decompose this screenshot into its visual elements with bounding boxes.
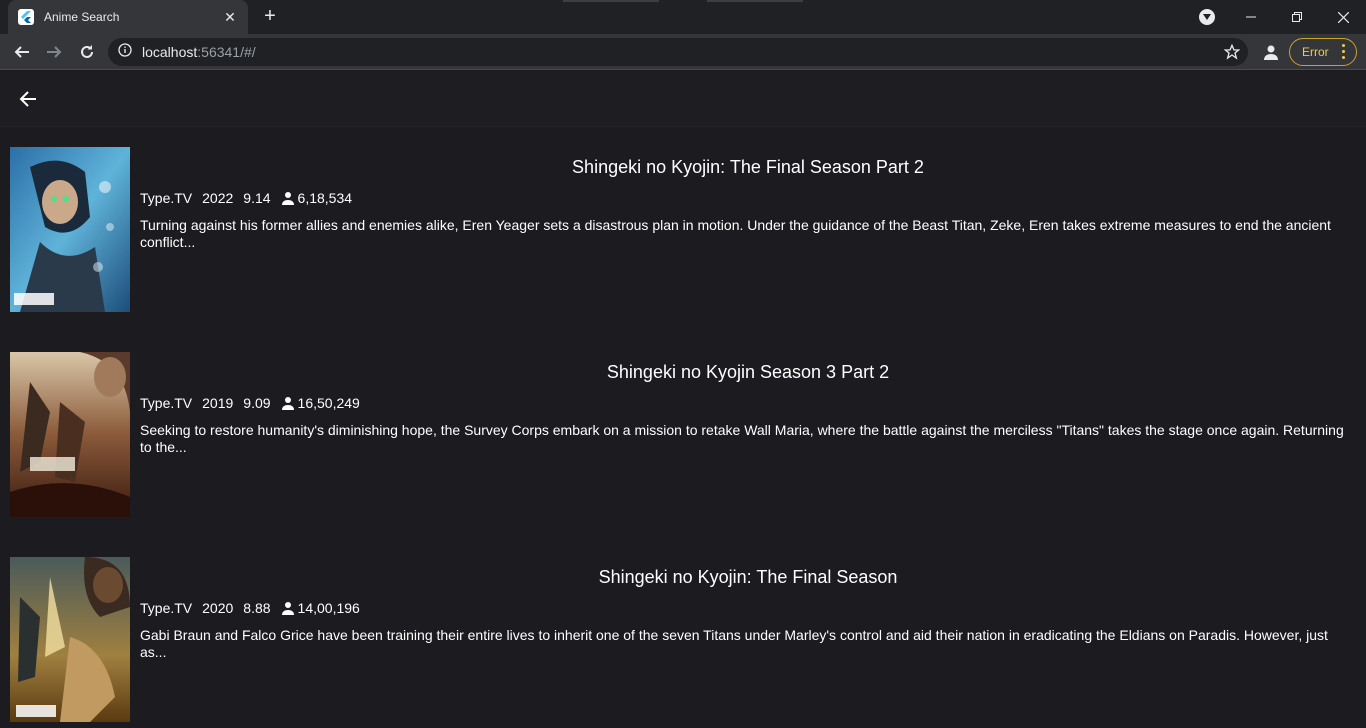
anime-type: Type.TV — [140, 395, 193, 411]
anime-poster-image — [10, 352, 130, 517]
anime-members: 14,00,196 — [281, 600, 370, 616]
person-icon — [281, 192, 294, 205]
app-bar — [0, 71, 1366, 127]
minimize-icon[interactable] — [1228, 0, 1274, 34]
anime-score: 8.88 — [243, 600, 271, 616]
anime-score: 9.09 — [243, 395, 271, 411]
new-tab-plus-icon[interactable]: + — [258, 5, 282, 29]
anime-type: Type.TV — [140, 600, 193, 616]
list-item[interactable]: Shingeki no Kyojin: The Final Season Typ… — [10, 557, 1356, 722]
list-item[interactable]: Shingeki no Kyojin: The Final Season Par… — [10, 147, 1356, 312]
anime-members: 16,50,249 — [281, 395, 370, 411]
person-icon — [281, 602, 294, 615]
browser-tab-strip: Anime Search ✕ + — [0, 0, 1366, 34]
anime-year: 2020 — [202, 600, 234, 616]
anime-poster-image — [10, 557, 130, 722]
back-arrow-icon[interactable] — [16, 87, 40, 111]
url-path: :56341/#/ — [197, 44, 256, 60]
anime-type: Type.TV — [140, 190, 193, 206]
anime-title: Shingeki no Kyojin: The Final Season — [598, 567, 898, 587]
restore-icon[interactable] — [1274, 0, 1320, 34]
anime-synopsis: Gabi Braun and Falco Grice have been tra… — [140, 627, 1328, 660]
url-host: localhost — [142, 44, 198, 60]
tab-strip-mark — [707, 0, 803, 2]
tab-title: Anime Search — [44, 10, 120, 24]
anime-meta: Type.TV 2022 9.14 6,18,534 — [140, 189, 362, 207]
person-icon — [281, 397, 294, 410]
bookmark-star-icon[interactable] — [1223, 43, 1241, 65]
anime-meta: Type.TV 2019 9.09 16,50,249 — [140, 394, 370, 412]
flutter-favicon-icon — [18, 9, 34, 25]
reload-icon[interactable] — [75, 40, 99, 64]
close-window-icon[interactable] — [1320, 0, 1366, 34]
anime-year: 2019 — [202, 395, 234, 411]
anime-poster-image — [10, 147, 130, 312]
tab-strip-mark — [563, 0, 659, 2]
tab-close-icon[interactable]: ✕ — [222, 9, 238, 26]
anime-title: Shingeki no Kyojin Season 3 Part 2 — [606, 362, 890, 382]
error-label: Error — [1302, 45, 1329, 59]
back-arrow-icon[interactable] — [10, 40, 34, 64]
site-info-icon[interactable] — [118, 42, 132, 62]
tab-search-icon[interactable] — [1199, 9, 1215, 25]
anime-year: 2022 — [202, 190, 234, 206]
anime-score: 9.14 — [243, 190, 271, 206]
anime-synopsis: Seeking to restore humanity's diminishin… — [140, 422, 1344, 455]
forward-arrow-icon[interactable] — [42, 40, 66, 64]
menu-dots-icon — [1342, 44, 1346, 62]
anime-members: 6,18,534 — [281, 190, 363, 206]
address-bar[interactable]: localhost:56341/#/ — [108, 38, 1248, 66]
error-button[interactable]: Error — [1289, 38, 1357, 66]
members-count: 14,00,196 — [297, 600, 360, 616]
profile-icon[interactable] — [1261, 42, 1281, 62]
members-count: 16,50,249 — [297, 395, 360, 411]
browser-tab[interactable]: Anime Search ✕ — [8, 0, 248, 34]
anime-meta: Type.TV 2020 8.88 14,00,196 — [140, 599, 370, 617]
anime-title: Shingeki no Kyojin: The Final Season Par… — [572, 157, 924, 177]
browser-toolbar: localhost:56341/#/ — [0, 34, 1366, 70]
anime-synopsis: Turning against his former allies and en… — [140, 217, 1331, 250]
members-count: 6,18,534 — [297, 190, 353, 206]
list-item[interactable]: Shingeki no Kyojin Season 3 Part 2 Type.… — [10, 352, 1356, 517]
